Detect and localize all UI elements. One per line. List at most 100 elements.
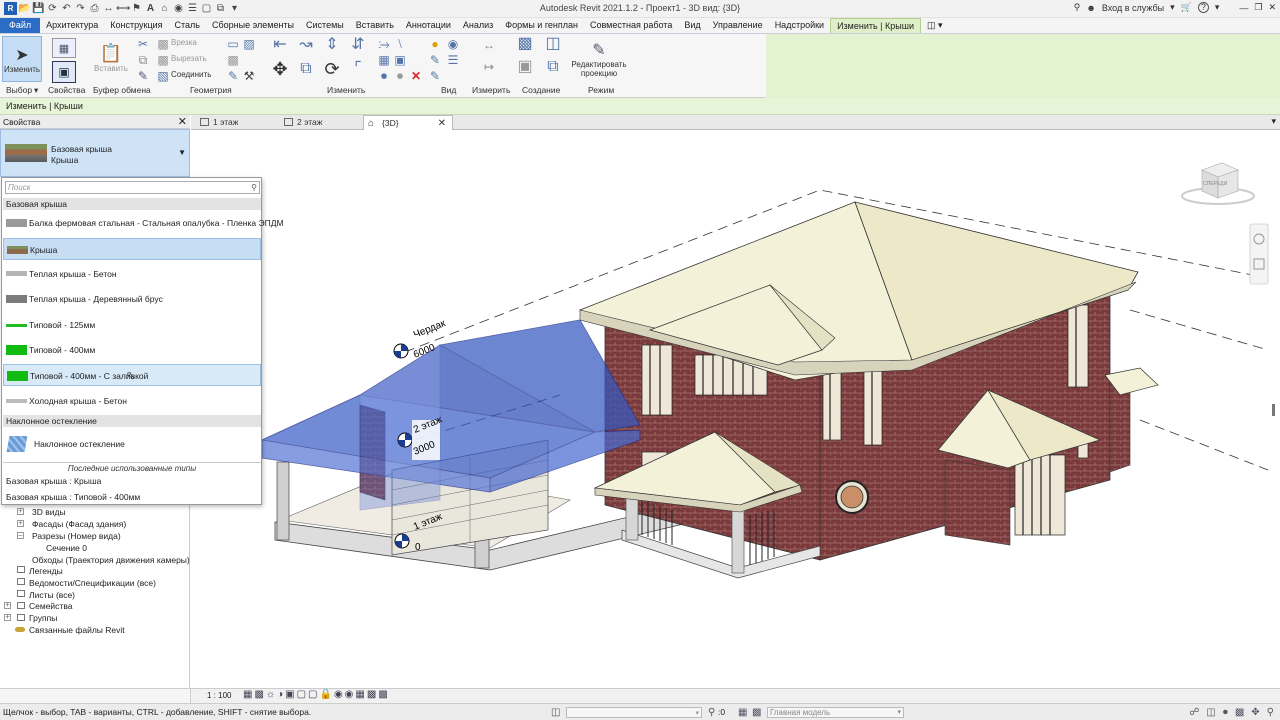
measure-tool-icon[interactable]: ↔: [476, 38, 502, 52]
3d-viewport[interactable]: Чердак 6000 2 этаж 3000 1 этаж 0 СПЕРЕДИ: [191, 130, 1280, 688]
temp-properties-icon[interactable]: ▦: [355, 689, 364, 700]
switch-windows-icon[interactable]: ⧉: [214, 2, 227, 15]
tab-manage[interactable]: Управление: [707, 18, 769, 33]
workset-field[interactable]: ▾: [566, 707, 702, 718]
viewcube[interactable]: СПЕРЕДИ: [1181, 162, 1255, 205]
revit-logo-icon[interactable]: R: [4, 2, 17, 15]
measure-icon[interactable]: ↔: [102, 2, 115, 15]
navigation-bar[interactable]: [1249, 223, 1269, 285]
tab-modify-roofs[interactable]: Изменить | Крыши: [830, 18, 921, 33]
redo-icon[interactable]: ↷: [74, 2, 87, 15]
sun-path-icon[interactable]: ☼: [266, 689, 275, 700]
sign-in-link[interactable]: Вход в службы: [1102, 3, 1164, 13]
cart-icon[interactable]: 🛒: [1181, 2, 1192, 13]
dimension-icon[interactable]: ↦: [476, 60, 502, 74]
design-options-icon[interactable]: ▦: [738, 704, 747, 720]
dropdown-item[interactable]: Холодная крыша - Бетон: [3, 390, 261, 412]
close-icon[interactable]: ✕: [1268, 2, 1276, 13]
create-assembly-icon[interactable]: ▩: [514, 36, 536, 57]
type-selector[interactable]: Базовая крыша Крыша ▼: [0, 129, 190, 177]
expand-icon[interactable]: +: [17, 508, 24, 515]
dropdown-item[interactable]: Типовой - 400мм: [3, 339, 261, 361]
reveal-hidden-icon[interactable]: ◉: [345, 689, 354, 700]
cut-geometry-label[interactable]: Вырезать: [171, 54, 207, 63]
cut-geometry-icon[interactable]: ▩: [156, 53, 170, 67]
dropdown-item[interactable]: Типовой - 125мм: [3, 314, 261, 336]
visual-style-icon[interactable]: ▩: [254, 689, 263, 700]
type-properties-button[interactable]: ▦: [52, 38, 76, 58]
dropdown-item-selected[interactable]: Крыша: [3, 238, 261, 260]
text-icon[interactable]: A: [144, 2, 157, 15]
align-icon[interactable]: ⇤: [270, 37, 290, 58]
worksets-icon[interactable]: ◫: [551, 704, 560, 720]
geometry-split-icon[interactable]: ▨: [242, 37, 256, 51]
chevron-down-icon[interactable]: ▼: [178, 148, 186, 157]
lock-view-icon[interactable]: 🔒: [319, 689, 331, 700]
show-crop-icon[interactable]: ▢: [308, 689, 317, 700]
select-pinned-icon[interactable]: ⏺: [1223, 704, 1228, 720]
minimize-icon[interactable]: —: [1239, 3, 1248, 13]
modify-button[interactable]: ➤ Изменить: [2, 36, 42, 82]
3d-view-icon[interactable]: ⌂: [158, 2, 171, 15]
section-icon[interactable]: ◉: [172, 2, 185, 15]
user-icon[interactable]: ☻: [1086, 3, 1095, 13]
edit-footprint-button[interactable]: ✎ Редактировать проекцию: [568, 36, 630, 82]
create-similar-icon[interactable]: ⧉: [542, 59, 564, 80]
chevron-down-icon[interactable]: ▾: [1170, 2, 1175, 13]
scale-icon[interactable]: ▣: [393, 53, 407, 67]
cut-icon[interactable]: ✂: [136, 37, 150, 51]
select-by-face-icon[interactable]: ▩: [1235, 704, 1244, 720]
properties-button[interactable]: ▣: [52, 61, 76, 83]
tab-annotate[interactable]: Аннотации: [400, 18, 457, 33]
tab-precast[interactable]: Сборные элементы: [206, 18, 300, 33]
help-dropdown-icon[interactable]: ▾: [1215, 2, 1220, 13]
view-more-icon[interactable]: ◉: [446, 37, 460, 51]
dropdown-item-hovered[interactable]: Типовой - 400мм - С заливкой ⬁: [3, 364, 261, 386]
restore-icon[interactable]: ❐: [1254, 2, 1262, 13]
sync-icon[interactable]: ⟳: [46, 2, 59, 15]
unpin-icon[interactable]: ⏺: [393, 69, 407, 83]
thin-lines-icon[interactable]: ☰: [186, 2, 199, 15]
tree-item[interactable]: Разрезы (Номер вида): [32, 531, 121, 541]
crop-icon[interactable]: ▢: [297, 689, 306, 700]
filter-icon[interactable]: ☰: [446, 53, 460, 67]
help-button[interactable]: ?: [1197, 2, 1209, 13]
panel-label-select[interactable]: Выбор: [6, 85, 32, 95]
tabs-menu-icon[interactable]: ▾: [1271, 116, 1276, 127]
mirror-axis-icon[interactable]: ⇕: [322, 37, 342, 58]
open-icon[interactable]: 📂: [18, 2, 31, 15]
paste-button[interactable]: 📋 Вставить: [94, 37, 128, 79]
close-icon[interactable]: ✕: [178, 115, 187, 129]
tree-item[interactable]: Обходы (Траектория движения камеры): [32, 555, 190, 565]
collapse-icon[interactable]: –: [17, 532, 24, 539]
demolish-icon[interactable]: ⚒: [242, 69, 256, 83]
edit-requests-icon[interactable]: ▩: [752, 704, 761, 720]
filter-icon[interactable]: ⚲: [708, 704, 715, 720]
expand-icon[interactable]: +: [4, 602, 11, 609]
tab-analyze[interactable]: Анализ: [457, 18, 499, 33]
delete-icon[interactable]: ✕: [409, 69, 423, 83]
split-icon[interactable]: ⧴: [377, 37, 391, 51]
select-underlay-icon[interactable]: ◫: [1206, 704, 1215, 720]
recent-item[interactable]: Базовая крыша : Крыша: [6, 476, 101, 486]
offset-icon[interactable]: ↝: [296, 37, 316, 58]
split-face-icon[interactable]: ✎: [226, 69, 240, 83]
search-icon[interactable]: ⚲: [251, 182, 257, 193]
shadows-icon[interactable]: ◑: [277, 689, 283, 700]
undo-icon[interactable]: ↶: [60, 2, 73, 15]
tab-view-3d[interactable]: ⌂ {3D} ✕: [363, 115, 453, 130]
tree-item[interactable]: Фасады (Фасад здания): [32, 519, 126, 529]
dropdown-item[interactable]: Теплая крыша - Бетон: [3, 263, 261, 285]
tab-view[interactable]: Вид: [678, 18, 706, 33]
dropdown-item[interactable]: Теплая крыша - Деревянный брус: [3, 288, 261, 310]
tab-file[interactable]: Файл: [0, 18, 41, 33]
tab-insert[interactable]: Вставить: [350, 18, 400, 33]
cope-label[interactable]: Врезка: [171, 38, 197, 47]
tab-view-level2[interactable]: 2 этаж: [279, 115, 363, 130]
linework-icon[interactable]: ✎: [428, 69, 442, 83]
tag-icon[interactable]: ⚑: [130, 2, 143, 15]
array-icon[interactable]: ▦: [377, 53, 391, 67]
create-parts-icon[interactable]: ◫: [542, 36, 564, 57]
tree-item[interactable]: Листы (все): [29, 590, 75, 600]
pin-icon[interactable]: ⏺: [377, 69, 391, 83]
